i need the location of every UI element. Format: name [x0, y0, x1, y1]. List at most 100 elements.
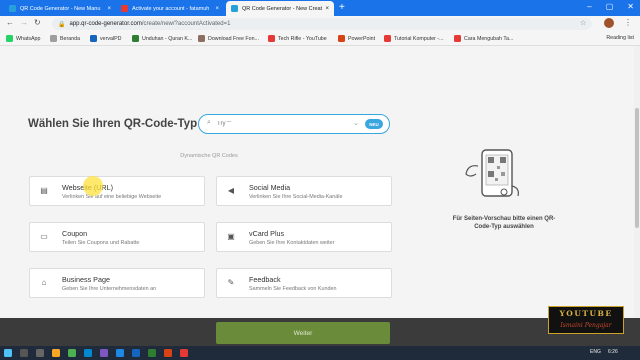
next-button[interactable]: Weiter [216, 322, 390, 344]
close-icon[interactable]: × [107, 6, 111, 12]
back-icon[interactable]: ← [6, 18, 14, 27]
page-title: Wählen Sie Ihren QR-Code-Typ [28, 118, 198, 130]
bookmark-item[interactable]: WhatsApp [6, 35, 40, 42]
clock[interactable]: 6:26 [608, 349, 618, 355]
chevron-down-icon[interactable]: ⌄ [353, 119, 359, 127]
watermark-line2: Ismaini Pengajar [560, 322, 612, 329]
window-controls: – ▢ ✕ [587, 2, 634, 11]
browser-window-icon: ▤ [40, 186, 48, 195]
store-icon[interactable] [100, 349, 108, 357]
card-feedback[interactable]: ✎ Feedback Sammeln Sie Feedback von Kund… [216, 268, 392, 298]
youtube-icon [454, 35, 461, 42]
new-badge: NEU [365, 119, 383, 129]
watermark-badge: YOUTUBE Ismaini Pengajar [548, 306, 624, 334]
reload-icon[interactable]: ↻ [34, 18, 41, 27]
card-title: Coupon [62, 229, 88, 238]
search-input[interactable] [217, 119, 345, 129]
word-icon[interactable] [132, 349, 140, 357]
bookmark-item[interactable]: Download Free Fon... [198, 35, 259, 42]
phone-qr-icon [465, 149, 519, 197]
card-description: Verlinken Sie auf eine beliebige Webseit… [62, 194, 162, 200]
card-title: Social Media [249, 183, 291, 192]
font-icon [198, 35, 205, 42]
task-view-icon[interactable] [36, 349, 44, 357]
new-tab-button[interactable]: + [339, 2, 345, 13]
cursor-highlight [83, 176, 103, 196]
card-title: Business Page [62, 275, 110, 284]
language-indicator[interactable]: ENG [590, 349, 601, 355]
close-icon[interactable]: × [325, 6, 329, 12]
bookmarks-bar: WhatsApp Beranda vervalPD Unduhan - Qura… [0, 32, 640, 46]
quran-icon [132, 35, 139, 42]
card-business-page[interactable]: ⌂ Business Page Geben Sie Ihre Unternehm… [29, 268, 205, 298]
media-icon[interactable] [180, 349, 188, 357]
section-label: Dynamische QR Codes [180, 153, 238, 159]
card-title: vCard Plus [249, 229, 285, 238]
storefront-icon: ⌂ [41, 278, 47, 287]
bookmark-star-icon[interactable]: ☆ [580, 19, 586, 27]
bookmark-item[interactable]: Unduhan - Quran K... [132, 35, 192, 42]
chrome-icon[interactable] [68, 349, 76, 357]
qr-site-icon [9, 5, 16, 12]
search-icon: ⌕ [207, 119, 211, 126]
close-icon[interactable]: × [215, 6, 219, 12]
globe-icon [90, 35, 97, 42]
reading-list-button[interactable]: Reading list [606, 35, 634, 41]
bookmark-item[interactable]: Cara Mengubah Ta... [454, 35, 513, 42]
chat-icon: ✎ [227, 278, 235, 287]
tab-label: Activate your account - fatamuh [132, 5, 210, 12]
card-description: Verlinken Sie Ihre Social-Media-Kanäle [249, 194, 343, 200]
tab-qr-generator-new[interactable]: QR Code Generator - New Creat × [226, 1, 334, 16]
url-bar[interactable]: 🔒 app.qr-code-generator.com /create/new/… [52, 18, 592, 30]
url-host: app.qr-code-generator.com [69, 21, 142, 27]
tab-activate-account[interactable]: Activate your account - fatamuh × [116, 1, 224, 16]
windows-start-icon[interactable] [4, 349, 12, 357]
tab-qr-generator-manual[interactable]: QR Code Generator - New Manu × [4, 1, 116, 16]
bookmark-item[interactable]: PowerPoint [338, 35, 375, 42]
avatar[interactable] [604, 18, 614, 28]
bookmark-item[interactable]: vervalPD [90, 35, 122, 42]
card-title: Feedback [249, 275, 281, 284]
youtube-icon [268, 35, 275, 42]
mail-site-icon [121, 5, 128, 12]
tab-label: QR Code Generator - New Creat [242, 5, 323, 12]
edge-icon[interactable] [84, 349, 92, 357]
whatsapp-icon [6, 35, 13, 42]
contact-card-icon: ▣ [227, 232, 235, 241]
tab-label: QR Code Generator - New Manu [20, 5, 101, 12]
forward-icon[interactable]: → [20, 18, 28, 27]
bookmark-item[interactable]: Tech Rifle - YouTube [268, 35, 327, 42]
lock-icon: 🔒 [58, 21, 66, 28]
search-icon[interactable] [20, 349, 28, 357]
preview-hint: Für Seiten-Vorschau bitte einen QR-Code-… [452, 216, 556, 231]
bookmark-item[interactable]: Tutorial Komputer -... [384, 35, 444, 42]
card-coupon[interactable]: ▭ Coupon Teilen Sie Coupons und Rabatte [29, 222, 205, 252]
powerpoint-icon [338, 35, 345, 42]
mail-icon[interactable] [116, 349, 124, 357]
qr-site-icon [231, 5, 238, 12]
card-website-url[interactable]: ▤ Webseite (URL) Verlinken Sie auf eine … [29, 176, 205, 206]
scrollbar[interactable] [634, 46, 640, 318]
qr-type-search[interactable]: ⌕ ⌄ NEU [198, 114, 390, 134]
taskbar: ENG 6:26 [0, 346, 640, 360]
card-description: Sammeln Sie Feedback von Kunden [249, 286, 337, 292]
watermark-line1: YOUTUBE [559, 309, 613, 318]
powerpoint-icon[interactable] [164, 349, 172, 357]
bookmark-item[interactable]: Beranda [50, 35, 80, 42]
excel-icon[interactable] [148, 349, 156, 357]
menu-icon[interactable]: ⋮ [624, 18, 632, 27]
card-description: Teilen Sie Coupons und Rabatte [62, 240, 140, 246]
url-path: /create/new/?accountActivated=1 [141, 21, 231, 27]
youtube-icon [384, 35, 391, 42]
browser-tab-strip: QR Code Generator - New Manu × Activate … [0, 0, 640, 16]
address-bar-row: ← → ↻ 🔒 app.qr-code-generator.com /creat… [0, 16, 640, 32]
minimize-icon[interactable]: – [587, 2, 591, 11]
megaphone-icon: ◀ [227, 186, 235, 195]
scrollbar-thumb[interactable] [635, 108, 639, 228]
close-window-icon[interactable]: ✕ [627, 2, 634, 11]
card-description: Geben Sie Ihre Kontaktdaten weiter [249, 240, 335, 246]
file-explorer-icon[interactable] [52, 349, 60, 357]
card-social-media[interactable]: ◀ Social Media Verlinken Sie Ihre Social… [216, 176, 392, 206]
maximize-icon[interactable]: ▢ [606, 2, 614, 11]
card-vcard-plus[interactable]: ▣ vCard Plus Geben Sie Ihre Kontaktdaten… [216, 222, 392, 252]
